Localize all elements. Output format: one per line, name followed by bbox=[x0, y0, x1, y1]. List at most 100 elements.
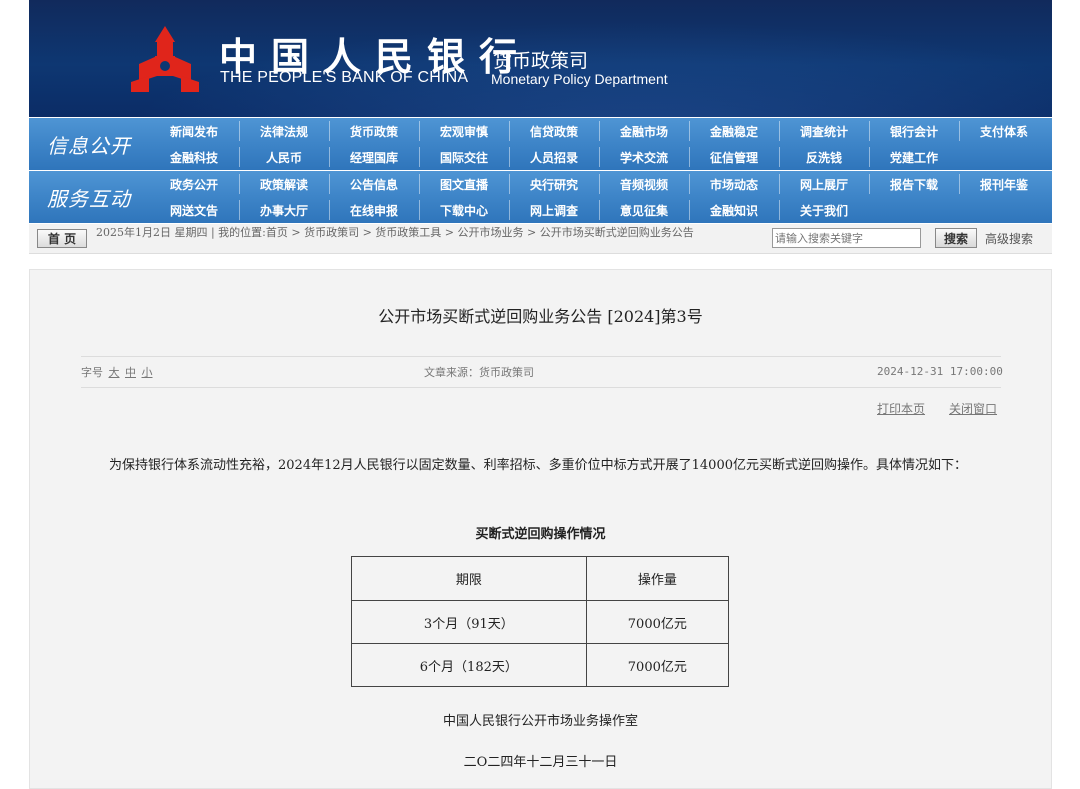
home-button[interactable]: 首 页 bbox=[37, 229, 87, 248]
nav-item[interactable]: 金融稳定 bbox=[689, 118, 779, 144]
nav-separator bbox=[419, 121, 420, 141]
header-amount: 操作量 bbox=[585, 556, 730, 601]
nav-item[interactable]: 金融市场 bbox=[599, 118, 689, 144]
nav-item[interactable]: 金融知识 bbox=[689, 197, 779, 223]
nav-separator bbox=[239, 200, 240, 220]
header-banner: 中国人民银行 THE PEOPLE'S BANK OF CHINA 货币政策司 … bbox=[29, 0, 1052, 117]
nav-separator bbox=[689, 200, 690, 220]
operations-table: 期限 操作量 3个月（91天） 7000亿元 6个月（182天） 7000亿元 bbox=[351, 556, 730, 687]
signature-date: 二O二四年十二月三十一日 bbox=[463, 755, 618, 770]
cell-term: 6个月（182天） bbox=[351, 643, 587, 687]
department-name-cn[interactable]: 货币政策司 bbox=[493, 46, 588, 73]
cell-amount: 7000亿元 bbox=[585, 643, 730, 687]
nav-section-title-info: 信息公开 bbox=[47, 133, 131, 158]
nav-item[interactable]: 调查统计 bbox=[779, 118, 869, 144]
article-panel: 公开市场买断式逆回购业务公告 [2024]第3号 字号 大 中 小 文章来源：货… bbox=[29, 269, 1052, 789]
table-caption: 买断式逆回购操作情况 bbox=[475, 527, 606, 542]
main-navigation: 信息公开 新闻发布 法律法规 货币政策 宏观审慎 信贷政策 金融市场 金融稳定 调查统计 银行会… bbox=[29, 118, 1052, 223]
cell-term: 3个月（91天） bbox=[351, 600, 587, 644]
nav-separator bbox=[689, 147, 690, 167]
nav-item[interactable]: 报刊年鉴 bbox=[959, 171, 1049, 197]
search-input[interactable] bbox=[772, 228, 921, 248]
nav-item[interactable]: 办事大厅 bbox=[239, 197, 329, 223]
nav-item[interactable]: 法律法规 bbox=[239, 118, 329, 144]
nav-item[interactable]: 网上展厅 bbox=[779, 171, 869, 197]
nav-separator bbox=[869, 147, 870, 167]
bank-name-en[interactable]: THE PEOPLE'S BANK OF CHINA bbox=[220, 69, 468, 87]
nav-item[interactable]: 下载中心 bbox=[419, 197, 509, 223]
nav-grid-service: 政务公开 政策解读 公告信息 图文直播 央行研究 音频视频 市场动态 网上展厅 报告下载 报刊年鉴… bbox=[149, 171, 1052, 223]
nav-item[interactable]: 国际交往 bbox=[419, 144, 509, 170]
nav-item[interactable]: 经理国库 bbox=[329, 144, 419, 170]
advanced-search-link[interactable]: 高级搜索 bbox=[985, 230, 1033, 247]
nav-separator bbox=[779, 147, 780, 167]
font-size-label: 字号 bbox=[81, 366, 103, 379]
nav-separator bbox=[509, 121, 510, 141]
nav-item[interactable]: 央行研究 bbox=[509, 171, 599, 197]
article-body: 为保持银行体系流动性充裕，2024年12月人民银行以固定数量、利率招标、多重价位… bbox=[109, 458, 967, 473]
nav-separator bbox=[419, 147, 420, 167]
nav-item[interactable]: 反洗钱 bbox=[779, 144, 869, 170]
font-small-link[interactable]: 小 bbox=[142, 366, 153, 379]
nav-item[interactable]: 党建工作 bbox=[869, 144, 959, 170]
nav-separator bbox=[869, 174, 870, 194]
header-term: 期限 bbox=[351, 556, 587, 601]
nav-separator bbox=[599, 200, 600, 220]
nav-item[interactable]: 新闻发布 bbox=[149, 118, 239, 144]
signature-organization: 中国人民银行公开市场业务操作室 bbox=[442, 714, 638, 729]
font-medium-link[interactable]: 中 bbox=[125, 366, 136, 379]
department-name-en[interactable]: Monetary Policy Department bbox=[491, 71, 668, 87]
pboc-logo-icon[interactable] bbox=[129, 24, 201, 94]
nav-item[interactable]: 支付体系 bbox=[959, 118, 1049, 144]
font-large-link[interactable]: 大 bbox=[109, 366, 120, 379]
nav-separator bbox=[509, 174, 510, 194]
nav-item[interactable]: 图文直播 bbox=[419, 171, 509, 197]
nav-separator bbox=[959, 121, 960, 141]
meta-divider-top bbox=[81, 356, 1001, 357]
nav-item[interactable]: 学术交流 bbox=[599, 144, 689, 170]
nav-separator bbox=[329, 121, 330, 141]
table-row: 6个月（182天） 7000亿元 bbox=[351, 643, 730, 687]
search-button[interactable]: 搜索 bbox=[935, 228, 977, 248]
close-window-link[interactable]: 关闭窗口 bbox=[949, 400, 997, 417]
nav-item[interactable]: 宏观审慎 bbox=[419, 118, 509, 144]
nav-separator bbox=[329, 147, 330, 167]
breadcrumb[interactable]: 2025年1月2日 星期四 | 我的位置:首页 > 货币政策司 > 货币政策工具… bbox=[96, 226, 776, 239]
nav-item[interactable]: 银行会计 bbox=[869, 118, 959, 144]
nav-separator bbox=[419, 174, 420, 194]
nav-separator bbox=[239, 147, 240, 167]
nav-item[interactable]: 报告下载 bbox=[869, 171, 959, 197]
nav-separator bbox=[329, 174, 330, 194]
nav-separator bbox=[869, 121, 870, 141]
cell-amount: 7000亿元 bbox=[585, 600, 730, 644]
nav-separator bbox=[599, 174, 600, 194]
nav-grid-info: 新闻发布 法律法规 货币政策 宏观审慎 信贷政策 金融市场 金融稳定 调查统计 银行会计 支付体系… bbox=[149, 118, 1052, 170]
nav-item[interactable]: 人民币 bbox=[239, 144, 329, 170]
nav-item[interactable]: 公告信息 bbox=[329, 171, 419, 197]
nav-separator bbox=[779, 174, 780, 194]
nav-item[interactable]: 市场动态 bbox=[689, 171, 779, 197]
nav-item[interactable]: 人员招录 bbox=[509, 144, 599, 170]
meta-divider-bottom bbox=[81, 387, 1001, 388]
nav-item[interactable]: 信贷政策 bbox=[509, 118, 599, 144]
nav-item[interactable]: 关于我们 bbox=[779, 197, 869, 223]
nav-item[interactable]: 政策解读 bbox=[239, 171, 329, 197]
nav-separator bbox=[599, 121, 600, 141]
nav-item[interactable]: 在线申报 bbox=[329, 197, 419, 223]
font-size-controls: 字号 大 中 小 bbox=[81, 364, 153, 380]
nav-item[interactable]: 货币政策 bbox=[329, 118, 419, 144]
nav-separator bbox=[509, 200, 510, 220]
nav-separator bbox=[599, 147, 600, 167]
article-source: 文章来源：货币政策司 bbox=[424, 366, 534, 379]
nav-separator bbox=[689, 121, 690, 141]
nav-row-info: 信息公开 新闻发布 法律法规 货币政策 宏观审慎 信贷政策 金融市场 金融稳定 调查统计 银行会… bbox=[29, 118, 1052, 170]
nav-item[interactable]: 征信管理 bbox=[689, 144, 779, 170]
nav-item[interactable]: 网上调查 bbox=[509, 197, 599, 223]
nav-item[interactable]: 政务公开 bbox=[149, 171, 239, 197]
nav-item[interactable]: 意见征集 bbox=[599, 197, 689, 223]
print-page-link[interactable]: 打印本页 bbox=[877, 400, 925, 417]
nav-item[interactable]: 金融科技 bbox=[149, 144, 239, 170]
nav-item[interactable]: 音频视频 bbox=[599, 171, 689, 197]
nav-separator bbox=[419, 200, 420, 220]
nav-item[interactable]: 网送文告 bbox=[149, 197, 239, 223]
